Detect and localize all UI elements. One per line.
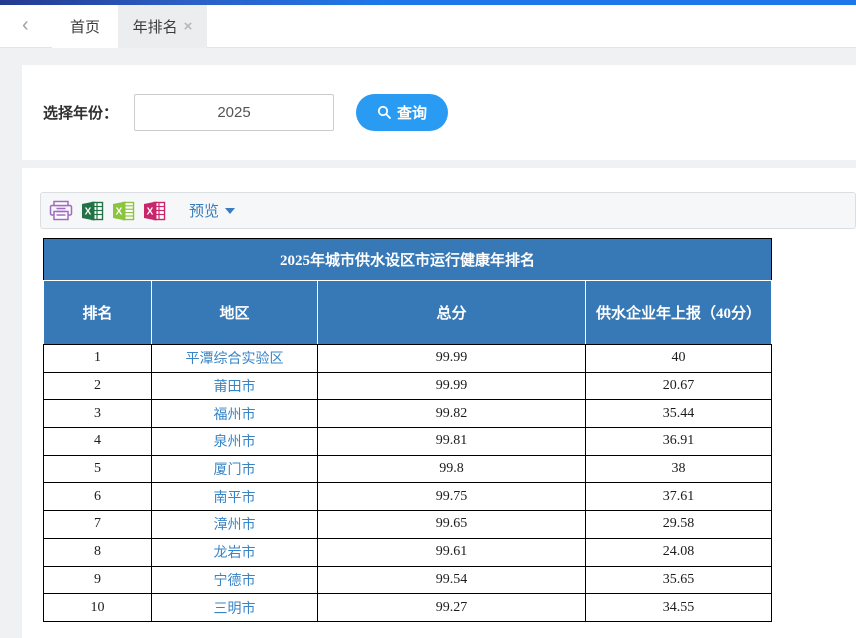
header-region: 地区	[152, 281, 318, 345]
table-row: 2莆田市99.9920.67	[44, 372, 772, 400]
header-rank: 排名	[44, 281, 152, 345]
excel-export-green-icon[interactable]: X	[82, 201, 104, 221]
rank-cell: 10	[44, 594, 152, 622]
year-search-card: 选择年份： 查询	[22, 65, 856, 160]
table-header-row: 排名 地区 总分 供水企业年上报（40分）	[44, 281, 772, 345]
rank-cell: 2	[44, 372, 152, 400]
table-body: 1平潭综合实验区99.99402莆田市99.9920.673福州市99.8235…	[44, 345, 772, 622]
excel-export-magenta-icon[interactable]: X	[144, 201, 166, 221]
table-row: 4泉州市99.8136.91	[44, 428, 772, 456]
total-score-cell: 99.8	[318, 455, 586, 483]
back-chevron-icon[interactable]: ‹	[18, 5, 33, 48]
total-score-cell: 99.99	[318, 345, 586, 373]
tab-home-label: 首页	[70, 16, 100, 37]
region-link[interactable]: 泉州市	[152, 428, 318, 456]
region-link[interactable]: 漳州市	[152, 511, 318, 539]
table-title: 2025年城市供水设区市运行健康年排名	[44, 239, 772, 281]
region-link[interactable]: 莆田市	[152, 372, 318, 400]
report-score-cell: 36.91	[586, 428, 772, 456]
table-row: 9宁德市99.5435.65	[44, 566, 772, 594]
rank-cell: 9	[44, 566, 152, 594]
region-link[interactable]: 厦门市	[152, 455, 318, 483]
ranking-table: 2025年城市供水设区市运行健康年排名 排名 地区 总分 供水企业年上报（40分…	[43, 238, 772, 622]
report-score-cell: 37.61	[586, 483, 772, 511]
report-score-cell: 34.55	[586, 594, 772, 622]
report-score-cell: 38	[586, 455, 772, 483]
chevron-down-icon	[225, 208, 235, 214]
export-toolbar: X X	[40, 192, 856, 229]
rank-cell: 8	[44, 538, 152, 566]
rank-cell: 1	[44, 345, 152, 373]
region-link[interactable]: 龙岩市	[152, 538, 318, 566]
query-button-label: 查询	[397, 102, 427, 123]
region-link[interactable]: 福州市	[152, 400, 318, 428]
report-score-cell: 40	[586, 345, 772, 373]
tab-home[interactable]: 首页	[52, 5, 118, 48]
excel-export-lime-icon[interactable]: X	[113, 201, 135, 221]
table-title-row: 2025年城市供水设区市运行健康年排名	[44, 239, 772, 281]
total-score-cell: 99.81	[318, 428, 586, 456]
svg-text:X: X	[116, 206, 123, 217]
svg-text:X: X	[85, 206, 92, 217]
report-score-cell: 35.65	[586, 566, 772, 594]
rank-cell: 4	[44, 428, 152, 456]
total-score-cell: 99.61	[318, 538, 586, 566]
table-row: 6南平市99.7537.61	[44, 483, 772, 511]
total-score-cell: 99.82	[318, 400, 586, 428]
rank-cell: 6	[44, 483, 152, 511]
tab-bar: ‹ 首页 年排名 ×	[0, 5, 856, 48]
total-score-cell: 99.75	[318, 483, 586, 511]
rank-cell: 3	[44, 400, 152, 428]
year-select-label: 选择年份：	[43, 102, 118, 123]
table-row: 1平潭综合实验区99.9940	[44, 345, 772, 373]
rank-cell: 7	[44, 511, 152, 539]
search-icon	[377, 105, 392, 120]
report-score-cell: 24.08	[586, 538, 772, 566]
header-report-score: 供水企业年上报（40分）	[586, 281, 772, 345]
table-row: 7漳州市99.6529.58	[44, 511, 772, 539]
table-row: 5厦门市99.838	[44, 455, 772, 483]
report-score-cell: 20.67	[586, 372, 772, 400]
total-score-cell: 99.54	[318, 566, 586, 594]
query-button[interactable]: 查询	[356, 94, 448, 131]
region-link[interactable]: 南平市	[152, 483, 318, 511]
preview-label: 预览	[189, 200, 219, 221]
table-row: 8龙岩市99.6124.08	[44, 538, 772, 566]
table-row: 10三明市99.2734.55	[44, 594, 772, 622]
total-score-cell: 99.99	[318, 372, 586, 400]
app-window: ‹ 首页 年排名 × 选择年份： 查询	[0, 0, 856, 638]
ranking-panel: X X	[22, 168, 856, 638]
tab-year-ranking[interactable]: 年排名 ×	[118, 5, 207, 48]
report-score-cell: 35.44	[586, 400, 772, 428]
svg-text:X: X	[147, 206, 154, 217]
total-score-cell: 99.65	[318, 511, 586, 539]
printer-icon[interactable]	[49, 200, 73, 221]
rank-cell: 5	[44, 455, 152, 483]
report-score-cell: 29.58	[586, 511, 772, 539]
region-link[interactable]: 宁德市	[152, 566, 318, 594]
region-link[interactable]: 平潭综合实验区	[152, 345, 318, 373]
table-row: 3福州市99.8235.44	[44, 400, 772, 428]
close-icon[interactable]: ×	[184, 19, 193, 34]
year-input[interactable]	[134, 94, 334, 131]
total-score-cell: 99.27	[318, 594, 586, 622]
header-total-score: 总分	[318, 281, 586, 345]
preview-dropdown[interactable]: 预览	[189, 200, 235, 221]
region-link[interactable]: 三明市	[152, 594, 318, 622]
tab-year-ranking-label: 年排名	[133, 16, 178, 37]
